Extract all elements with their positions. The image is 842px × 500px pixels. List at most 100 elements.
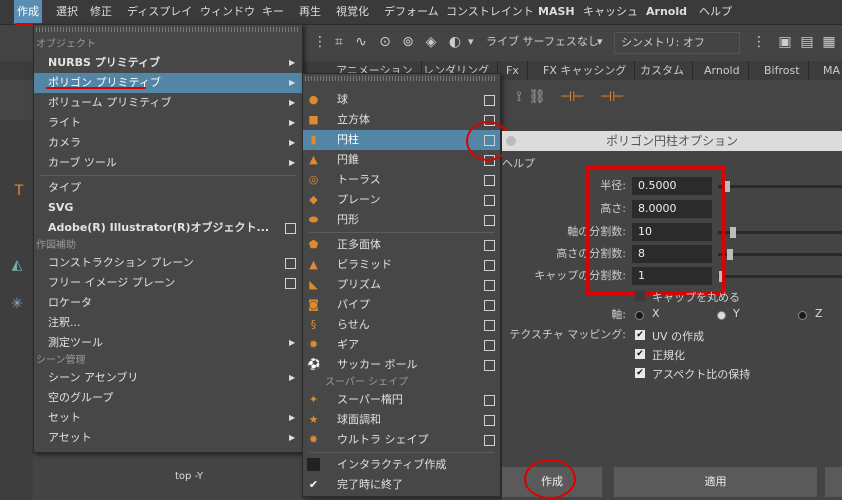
menu-item-sphere[interactable]: ● 球 bbox=[303, 90, 500, 110]
menu-window[interactable]: ウィンドウ bbox=[200, 0, 255, 24]
option-box[interactable] bbox=[484, 415, 495, 426]
slider-knob[interactable] bbox=[727, 249, 734, 260]
menu-help[interactable]: ヘルプ bbox=[699, 0, 732, 24]
chevron-down-icon[interactable]: ▾ bbox=[597, 32, 603, 52]
shelf-tab-custom[interactable]: カスタム bbox=[632, 61, 693, 80]
symmetry-dropdown[interactable]: シンメトリ: オフ bbox=[614, 32, 740, 54]
tearoff-grip[interactable] bbox=[305, 76, 496, 81]
menu-item-prism[interactable]: ◣ プリズム bbox=[303, 275, 500, 295]
shelf-tab-fx[interactable]: Fx bbox=[498, 61, 528, 80]
option-box[interactable] bbox=[285, 278, 296, 289]
option-box[interactable] bbox=[484, 340, 495, 351]
menu-item-measure-tools[interactable]: 測定ツール ▶ bbox=[34, 333, 302, 353]
menu-item-polygon[interactable]: ポリゴン プリミティブ ▶ bbox=[34, 73, 302, 93]
shelf-tab-fx-caching[interactable]: FX キャッシング bbox=[535, 61, 636, 80]
menu-item-nurbs[interactable]: NURBS プリミティブ ▶ bbox=[34, 53, 302, 73]
option-box[interactable] bbox=[484, 360, 495, 371]
menu-item-asset[interactable]: アセット ▶ bbox=[34, 428, 302, 448]
menu-item-svg[interactable]: SVG bbox=[34, 198, 302, 218]
menu-item-gear[interactable]: ✹ ギア bbox=[303, 335, 500, 355]
axis-x-radio[interactable] bbox=[635, 311, 644, 320]
snap-surface-icon[interactable]: ◈ bbox=[422, 33, 440, 51]
menu-item-exit-on-completion[interactable]: ✔ 完了時に終了 bbox=[303, 475, 500, 495]
slider-knob[interactable] bbox=[729, 227, 736, 238]
menu-item-type[interactable]: タイプ bbox=[34, 178, 302, 198]
option-box[interactable] bbox=[484, 240, 495, 251]
option-box[interactable] bbox=[484, 300, 495, 311]
menu-item-light[interactable]: ライト ▶ bbox=[34, 113, 302, 133]
render-view-icon[interactable]: ▣ bbox=[776, 33, 794, 51]
tearoff-grip[interactable] bbox=[36, 27, 298, 32]
keep-aspect-checkbox[interactable]: ✔ bbox=[635, 368, 645, 378]
option-box[interactable] bbox=[484, 260, 495, 271]
snap-point-icon[interactable]: ⊙ bbox=[376, 33, 394, 51]
menu-item-locator[interactable]: ロケータ bbox=[34, 293, 302, 313]
menu-key[interactable]: キー bbox=[262, 0, 284, 24]
snap-options-icon[interactable]: ◐ bbox=[446, 33, 464, 51]
shelf-tab-arnold[interactable]: Arnold bbox=[696, 61, 749, 80]
help-menu[interactable]: ヘルプ bbox=[502, 155, 535, 171]
menu-item-volume[interactable]: ボリューム プリミティブ ▶ bbox=[34, 93, 302, 113]
menu-display[interactable]: ディスプレイ bbox=[127, 0, 192, 24]
menu-item-pipe[interactable]: ◙ パイプ bbox=[303, 295, 500, 315]
menu-item-soccer-ball[interactable]: ⚽ サッカー ボール bbox=[303, 355, 500, 375]
menu-create[interactable]: 作成 bbox=[14, 0, 42, 24]
option-box[interactable] bbox=[484, 215, 495, 226]
menu-item-free-image-plane[interactable]: フリー イメージ プレーン bbox=[34, 273, 302, 293]
option-box[interactable] bbox=[484, 95, 495, 106]
option-box[interactable] bbox=[484, 395, 495, 406]
lasso-icon[interactable]: ⟟ bbox=[510, 88, 528, 106]
menu-item-empty-group[interactable]: 空のグループ bbox=[34, 388, 302, 408]
close-button[interactable] bbox=[825, 467, 842, 497]
menu-item-platonic[interactable]: ⬟ 正多面体 bbox=[303, 235, 500, 255]
menu-mash[interactable]: MASH bbox=[538, 0, 575, 24]
type-tool-icon[interactable]: T bbox=[10, 182, 28, 200]
menu-item-spherical-harmonics[interactable]: ★ 球面調和 bbox=[303, 410, 500, 430]
link-icon[interactable]: ⛓ bbox=[528, 88, 546, 106]
menu-item-super-ellipse[interactable]: ✦ スーパー楕円 bbox=[303, 390, 500, 410]
axis-y-radio[interactable] bbox=[717, 311, 726, 320]
option-box[interactable] bbox=[484, 195, 495, 206]
menu-modify[interactable]: 修正 bbox=[90, 0, 112, 24]
round-cap-checkbox[interactable] bbox=[635, 291, 645, 301]
snap-curve-icon[interactable]: ∿ bbox=[352, 33, 370, 51]
ipr-render-icon[interactable]: ▦ bbox=[820, 33, 838, 51]
render-icon[interactable]: ▤ bbox=[798, 33, 816, 51]
chevron-down-icon[interactable]: ▾ bbox=[468, 32, 474, 52]
menu-item-set[interactable]: セット ▶ bbox=[34, 408, 302, 428]
menu-arnold[interactable]: Arnold bbox=[646, 0, 687, 24]
menu-item-torus[interactable]: ◎ トーラス bbox=[303, 170, 500, 190]
apply-button[interactable]: 適用 bbox=[614, 467, 817, 497]
shelf-tab-mash[interactable]: MA bbox=[815, 61, 842, 80]
axis-divisions-slider[interactable] bbox=[718, 227, 842, 238]
option-box[interactable] bbox=[484, 175, 495, 186]
cap-divisions-slider[interactable] bbox=[718, 271, 842, 282]
option-box[interactable] bbox=[484, 435, 495, 446]
option-box[interactable] bbox=[484, 320, 495, 331]
radius-slider[interactable] bbox=[718, 181, 842, 192]
edge-tool-icon[interactable]: ⊣⊢ bbox=[560, 88, 584, 106]
menu-item-ultra-shape[interactable]: ✸ ウルトラ シェイプ bbox=[303, 430, 500, 450]
menu-item-pyramid[interactable]: ▲ ピラミッド bbox=[303, 255, 500, 275]
live-surface-field[interactable]: ライブ サーフェスなし bbox=[486, 32, 599, 52]
menu-item-construction-plane[interactable]: コンストラクション プレーン bbox=[34, 253, 302, 273]
normalize-checkbox[interactable]: ✔ bbox=[635, 349, 645, 359]
menu-item-plane[interactable]: ◆ プレーン bbox=[303, 190, 500, 210]
uv-create-checkbox[interactable]: ✔ bbox=[635, 330, 645, 340]
window-close-icon[interactable] bbox=[506, 136, 516, 146]
snap-grid-icon[interactable]: ⌗ bbox=[330, 33, 348, 51]
edge-tool-alt-icon[interactable]: ⊣⊢ bbox=[600, 88, 624, 106]
menu-playback[interactable]: 再生 bbox=[299, 0, 321, 24]
height-divisions-slider[interactable] bbox=[718, 249, 842, 260]
menu-item-disc[interactable]: ⬬ 円形 bbox=[303, 210, 500, 230]
menu-item-scene-assembly[interactable]: シーン アセンブリ ▶ bbox=[34, 368, 302, 388]
modeling-icon[interactable]: ◭ bbox=[8, 256, 26, 274]
menu-item-curve-tools[interactable]: カーブ ツール ▶ bbox=[34, 153, 302, 173]
menu-visualize[interactable]: 視覚化 bbox=[336, 0, 369, 24]
menu-cache[interactable]: キャッシュ bbox=[583, 0, 638, 24]
menu-constrain[interactable]: コンストレイント bbox=[446, 0, 534, 24]
option-box[interactable] bbox=[285, 258, 296, 269]
option-box[interactable] bbox=[484, 280, 495, 291]
menu-item-interactive-creation[interactable]: インタラクティブ作成 bbox=[303, 455, 500, 475]
axis-z-radio[interactable] bbox=[798, 311, 807, 320]
